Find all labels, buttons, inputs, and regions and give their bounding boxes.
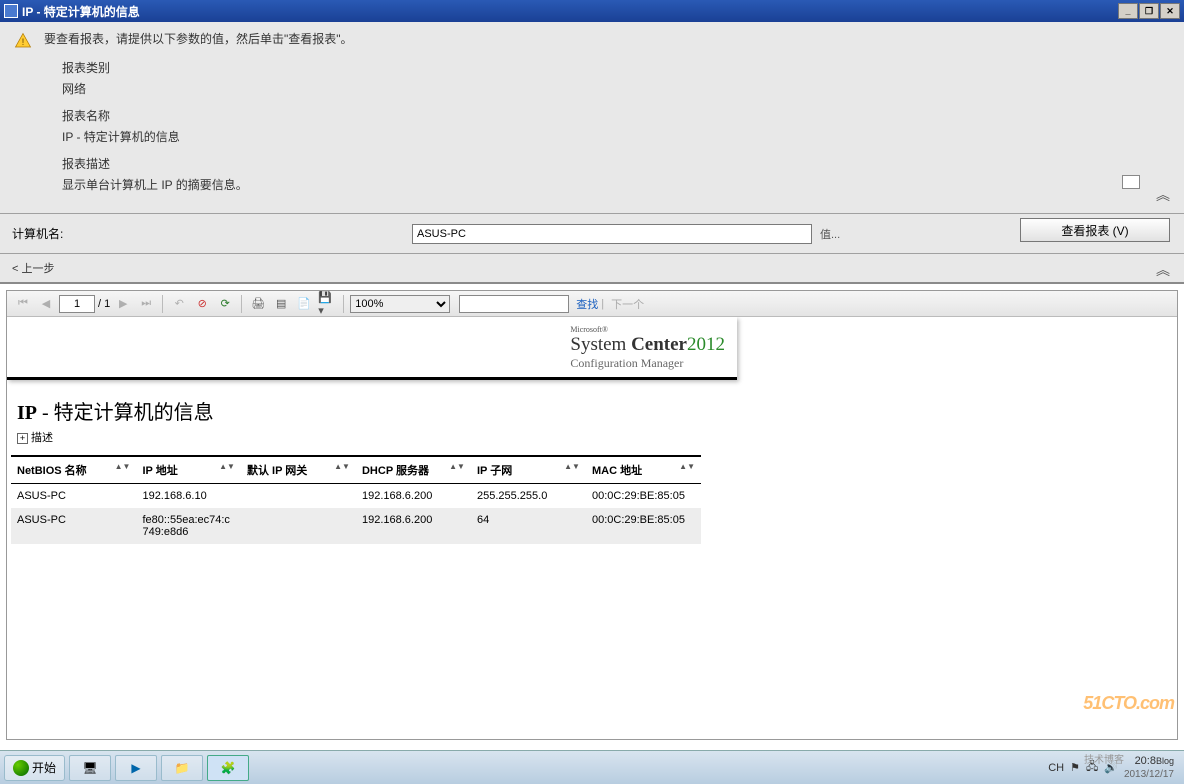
search-input[interactable]	[459, 295, 569, 313]
page-total: / 1	[98, 298, 110, 310]
system-tray: CH ⚑ 🖧 🔊 20:8Blog 2013/12/17 技术博客	[1048, 755, 1180, 779]
back-parent-icon[interactable]: ↶	[169, 294, 189, 314]
taskbar-app-1[interactable]: 🖥	[69, 755, 111, 781]
col-mac[interactable]: MAC 地址▲▼	[586, 456, 701, 484]
svg-text:!: !	[22, 37, 25, 47]
panel-mini-icon[interactable]	[1122, 175, 1140, 189]
find-link[interactable]: 查找	[576, 296, 598, 312]
next-page-icon[interactable]: ▶	[113, 294, 133, 314]
desc-value: 显示单台计算机上 IP 的摘要信息。	[62, 176, 1172, 193]
viewer-toolbar: ⏮ ◀ / 1 ▶ ⏭ ↶ ⊘ ⟳ 🖨 ▤ 📄 💾▾ 100% 查找 | 下一个	[7, 291, 1177, 317]
desc-label: 报表描述	[62, 155, 1172, 172]
minimize-button[interactable]: _	[1118, 3, 1138, 19]
tray-time: 20:8Blog	[1135, 755, 1174, 767]
col-netbios[interactable]: NetBIOS 名称▲▼	[11, 456, 136, 484]
banner-sub: Configuration Manager	[570, 356, 725, 371]
parameters-bar: 计算机名: 值... 查看报表 (V)	[0, 214, 1184, 254]
tray-date: 2013/12/17	[1124, 769, 1174, 780]
navigation-bar: < 上一步 ︽	[0, 254, 1184, 284]
tray-blog: 技术博客	[1084, 751, 1124, 766]
warning-icon: !	[14, 32, 32, 50]
zoom-select[interactable]: 100%	[350, 295, 450, 313]
value-picker-label[interactable]: 值...	[820, 226, 840, 242]
report-title: IP - 特定计算机的信息	[7, 390, 1177, 427]
layout-icon[interactable]: ▤	[271, 294, 291, 314]
expand-icon[interactable]: +	[17, 433, 28, 444]
refresh-icon[interactable]: ⟳	[215, 294, 235, 314]
taskbar-app-3[interactable]: 📁	[161, 755, 203, 781]
table-header-row: NetBIOS 名称▲▼ IP 地址▲▼ 默认 IP 网关▲▼ DHCP 服务器…	[11, 456, 701, 484]
category-value: 网络	[62, 80, 1172, 97]
table-row[interactable]: ASUS-PCfe80::55ea:ec74:c749:e8d6192.168.…	[11, 508, 701, 544]
start-button[interactable]: 开始	[4, 755, 65, 781]
col-gateway[interactable]: 默认 IP 网关▲▼	[241, 456, 356, 484]
table-row[interactable]: ASUS-PC192.168.6.10192.168.6.200255.255.…	[11, 484, 701, 509]
back-link[interactable]: < 上一步	[12, 263, 54, 275]
taskbar: 开始 🖥 ▶ 📁 🧩 CH ⚑ 🖧 🔊 20:8Blog 2013/12/17 …	[0, 750, 1184, 784]
tray-flag-icon[interactable]: ⚑	[1070, 761, 1080, 774]
server-icon: 🖥	[82, 761, 97, 775]
product-banner: Microsoft® System Center2012 Configurati…	[7, 317, 737, 380]
name-value: IP - 特定计算机的信息	[62, 128, 1172, 145]
page-setup-icon[interactable]: 📄	[294, 294, 314, 314]
col-ip[interactable]: IP 地址▲▼	[136, 456, 241, 484]
param-label: 计算机名:	[12, 225, 82, 242]
stop-icon[interactable]: ⊘	[192, 294, 212, 314]
view-report-button[interactable]: 查看报表 (V)	[1020, 218, 1170, 242]
taskbar-app-4[interactable]: 🧩	[207, 755, 249, 781]
collapse-params-icon[interactable]: ︽	[1156, 260, 1170, 280]
window-titlebar: IP - 特定计算机的信息 _ ❐ ✕	[0, 0, 1184, 22]
computer-name-input[interactable]	[412, 224, 812, 244]
banner-ms: Microsoft®	[570, 325, 725, 334]
maximize-button[interactable]: ❐	[1139, 3, 1159, 19]
sccm-icon: 🧩	[221, 761, 236, 775]
info-message: 要查看报表，请提供以下参数的值，然后单击"查看报表"。	[44, 30, 1172, 47]
taskbar-app-2[interactable]: ▶	[115, 755, 157, 781]
explorer-icon: 📁	[175, 761, 190, 775]
report-viewer: ⏮ ◀ / 1 ▶ ⏭ ↶ ⊘ ⟳ 🖨 ▤ 📄 💾▾ 100% 查找 | 下一个…	[6, 290, 1178, 740]
col-subnet[interactable]: IP 子网▲▼	[471, 456, 586, 484]
col-dhcp[interactable]: DHCP 服务器▲▼	[356, 456, 471, 484]
print-icon[interactable]: 🖨	[248, 294, 268, 314]
name-label: 报表名称	[62, 107, 1172, 124]
last-page-icon[interactable]: ⏭	[136, 294, 156, 314]
description-toggle[interactable]: +描述	[7, 427, 1177, 455]
find-next-link[interactable]: 下一个	[611, 296, 644, 312]
export-icon[interactable]: 💾▾	[317, 294, 337, 314]
close-button[interactable]: ✕	[1160, 3, 1180, 19]
watermark: 51CTO.com	[1083, 693, 1174, 714]
app-icon	[4, 4, 18, 18]
first-page-icon[interactable]: ⏮	[13, 294, 33, 314]
page-input[interactable]	[59, 295, 95, 313]
results-table: NetBIOS 名称▲▼ IP 地址▲▼ 默认 IP 网关▲▼ DHCP 服务器…	[11, 455, 701, 544]
collapse-info-icon[interactable]: ︽	[1156, 185, 1170, 205]
ime-indicator[interactable]: CH	[1048, 762, 1064, 774]
powershell-icon: ▶	[131, 761, 140, 775]
report-body: Microsoft® System Center2012 Configurati…	[7, 317, 1177, 739]
window-title: IP - 特定计算机的信息	[22, 3, 140, 20]
report-info-panel: ! 要查看报表，请提供以下参数的值，然后单击"查看报表"。 报表类别 网络 报表…	[0, 22, 1184, 214]
category-label: 报表类别	[62, 59, 1172, 76]
prev-page-icon[interactable]: ◀	[36, 294, 56, 314]
start-orb-icon	[13, 760, 29, 776]
